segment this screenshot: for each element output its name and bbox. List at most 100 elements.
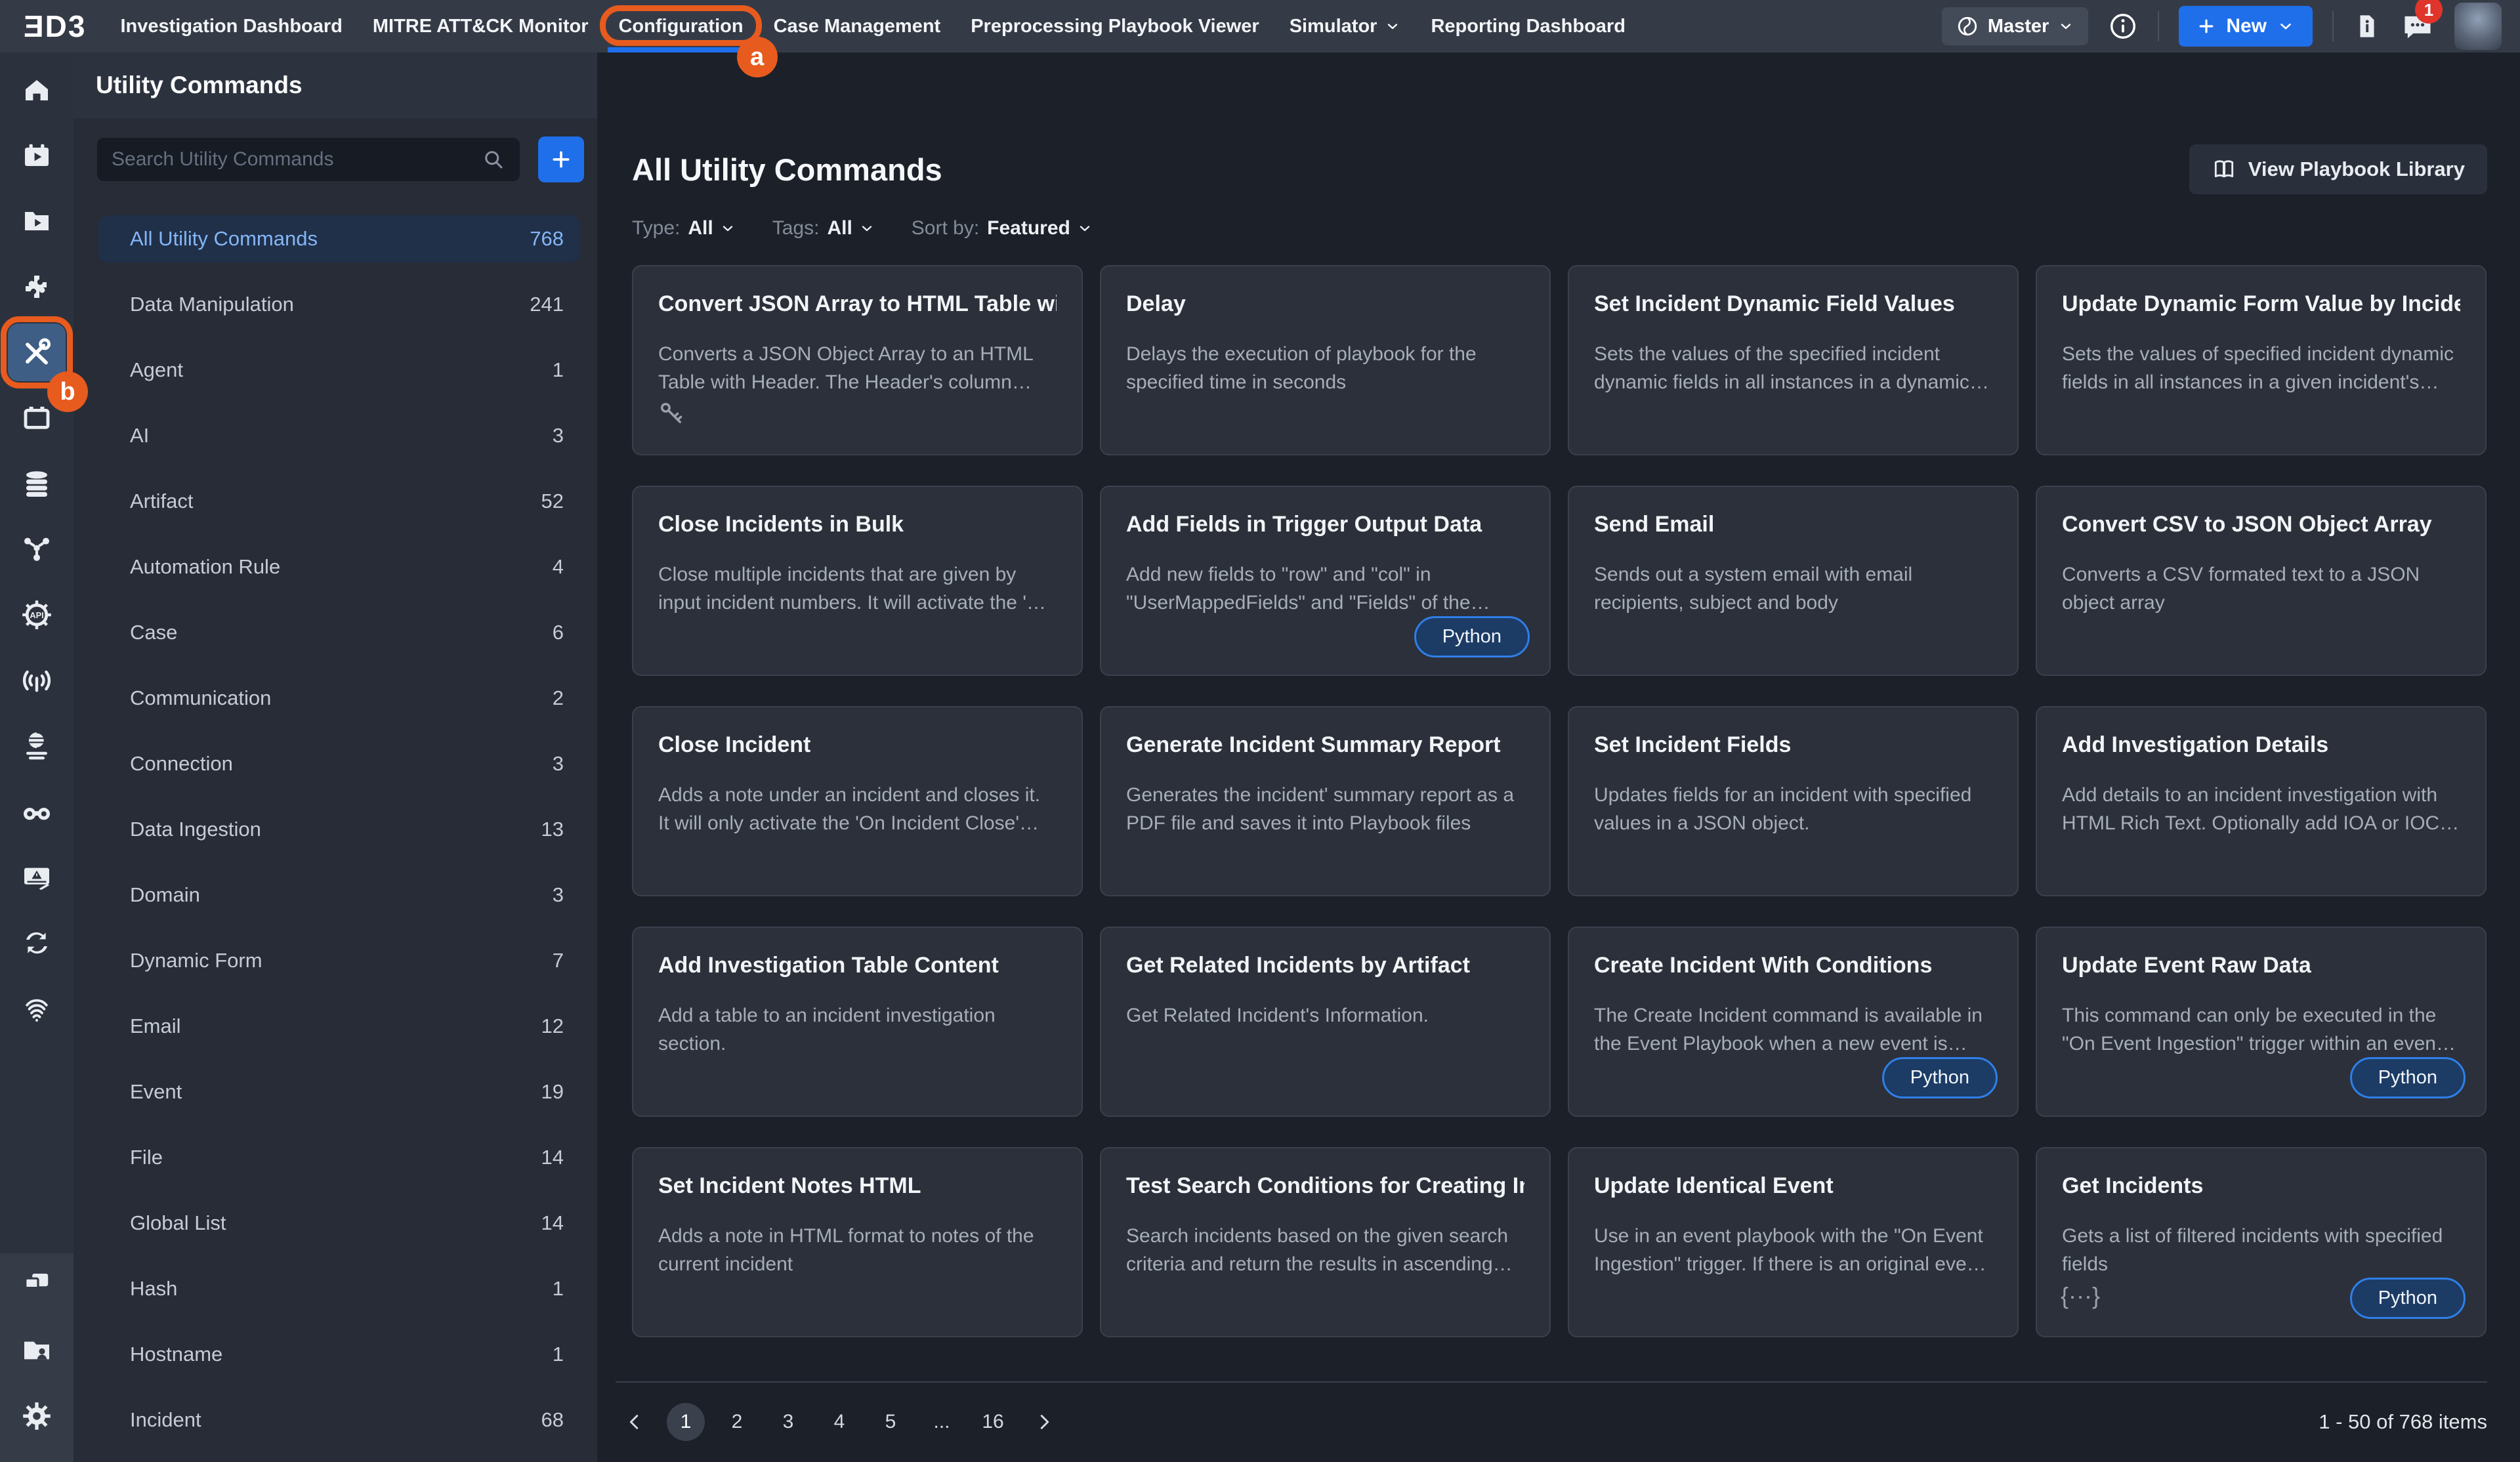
sort-filter[interactable]: Sort by: Featured bbox=[912, 217, 1093, 240]
category-email[interactable]: Email 12 bbox=[98, 1003, 579, 1050]
nav-item-reporting-dashboard[interactable]: Reporting Dashboard bbox=[1431, 0, 1625, 52]
nav-item-case-management[interactable]: Case Management bbox=[774, 0, 941, 52]
category-domain[interactable]: Domain 3 bbox=[98, 871, 579, 919]
category-case[interactable]: Case 6 bbox=[98, 609, 579, 656]
page-button-2[interactable]: 2 bbox=[718, 1403, 756, 1441]
calendar-play-icon[interactable] bbox=[21, 140, 52, 171]
nav-item-label: Simulator bbox=[1290, 16, 1377, 37]
category-communication[interactable]: Communication 2 bbox=[98, 675, 579, 722]
broadcast-icon[interactable] bbox=[21, 665, 52, 696]
info-icon[interactable] bbox=[2108, 11, 2138, 41]
command-card-create-incident-with-conditions[interactable]: Create Incident With Conditions The Crea… bbox=[1568, 927, 2019, 1117]
category-label: Incident bbox=[130, 1408, 201, 1432]
type-filter[interactable]: Type: All bbox=[632, 217, 736, 240]
page-button-1[interactable]: 1 bbox=[667, 1403, 705, 1441]
command-card-update-dynamic-form-value-by-incident[interactable]: Update Dynamic Form Value by Incident...… bbox=[2036, 265, 2487, 455]
folder-user-icon[interactable] bbox=[21, 1334, 52, 1366]
puzzle-icon[interactable] bbox=[21, 271, 52, 303]
sort-filter-value: Featured bbox=[987, 217, 1070, 240]
nav-item-simulator[interactable]: Simulator bbox=[1290, 0, 1401, 52]
category-data-ingestion[interactable]: Data Ingestion 13 bbox=[98, 806, 579, 853]
category-artifact[interactable]: Artifact 52 bbox=[98, 478, 579, 525]
database-icon[interactable] bbox=[21, 468, 52, 499]
fingerprint-icon[interactable] bbox=[21, 993, 52, 1024]
command-card-update-identical-event[interactable]: Update Identical Event Use in an event p… bbox=[1568, 1147, 2019, 1337]
category-all-utility-commands[interactable]: All Utility Commands 768 bbox=[98, 215, 579, 262]
page-button-3[interactable]: 3 bbox=[769, 1403, 807, 1441]
chevron-down-icon bbox=[1385, 18, 1400, 34]
rail-item-utility-commands[interactable] bbox=[8, 324, 66, 381]
plus-icon bbox=[2197, 17, 2216, 35]
nav-item-label: Reporting Dashboard bbox=[1431, 16, 1625, 37]
command-card-test-search-conditions-for-creating-inci[interactable]: Test Search Conditions for Creating Inci… bbox=[1100, 1147, 1551, 1337]
command-card-generate-incident-summary-report[interactable]: Generate Incident Summary Report Generat… bbox=[1100, 706, 1551, 896]
category-connection[interactable]: Connection 3 bbox=[98, 740, 579, 787]
category-data-manipulation[interactable]: Data Manipulation 241 bbox=[98, 281, 579, 328]
command-card-update-event-raw-data[interactable]: Update Event Raw Data This command can o… bbox=[2036, 927, 2487, 1117]
category-dynamic-form[interactable]: Dynamic Form 7 bbox=[98, 937, 579, 984]
command-card-get-related-incidents-by-artifact[interactable]: Get Related Incidents by Artifact Get Re… bbox=[1100, 927, 1551, 1117]
command-card-close-incident[interactable]: Close Incident Adds a note under an inci… bbox=[632, 706, 1083, 896]
page-button-5[interactable]: 5 bbox=[872, 1403, 910, 1441]
sidebar-title: Utility Commands bbox=[74, 52, 597, 118]
previous-page-button[interactable] bbox=[616, 1403, 654, 1441]
nav-item-mitre-att-ck-monitor[interactable]: MITRE ATT&CK Monitor bbox=[373, 0, 589, 52]
d3-logo[interactable]: ƎD3 bbox=[24, 9, 86, 44]
kanban-board-icon[interactable] bbox=[21, 402, 52, 434]
command-card-add-investigation-details[interactable]: Add Investigation Details Add details to… bbox=[2036, 706, 2487, 896]
next-page-button[interactable] bbox=[1025, 1403, 1063, 1441]
home-icon[interactable] bbox=[21, 74, 52, 106]
tags-filter[interactable]: Tags: All bbox=[772, 217, 875, 240]
document-icon[interactable] bbox=[2353, 12, 2381, 40]
category-event[interactable]: Event 19 bbox=[98, 1068, 579, 1116]
command-card-convert-csv-to-json-object-array[interactable]: Convert CSV to JSON Object Array Convert… bbox=[2036, 486, 2487, 676]
api-gear-icon[interactable]: API bbox=[21, 599, 52, 631]
command-card-close-incidents-in-bulk[interactable]: Close Incidents in Bulk Close multiple i… bbox=[632, 486, 1083, 676]
site-selector[interactable]: Master bbox=[1942, 7, 2089, 45]
python-badge: Python bbox=[2350, 1057, 2466, 1098]
category-count: 768 bbox=[530, 227, 564, 251]
category-hostname[interactable]: Hostname 1 bbox=[98, 1331, 579, 1378]
sync-arrows-icon[interactable] bbox=[21, 927, 52, 959]
command-card-set-incident-dynamic-field-values[interactable]: Set Incident Dynamic Field Values Sets t… bbox=[1568, 265, 2019, 455]
command-card-add-investigation-table-content[interactable]: Add Investigation Table Content Add a ta… bbox=[632, 927, 1083, 1117]
command-card-get-incidents[interactable]: Get Incidents Gets a list of filtered in… bbox=[2036, 1147, 2487, 1337]
user-avatar[interactable] bbox=[2454, 3, 2502, 50]
add-utility-command-button[interactable] bbox=[538, 136, 584, 182]
page-button-4[interactable]: 4 bbox=[820, 1403, 858, 1441]
new-button[interactable]: New bbox=[2179, 6, 2313, 47]
copy-windows-icon[interactable] bbox=[21, 1268, 52, 1300]
category-label: Data Manipulation bbox=[130, 293, 294, 316]
nav-item-investigation-dashboard[interactable]: Investigation Dashboard bbox=[120, 0, 342, 52]
command-title: Test Search Conditions for Creating Inci… bbox=[1126, 1173, 1524, 1199]
command-card-delay[interactable]: Delay Delays the execution of playbook f… bbox=[1100, 265, 1551, 455]
category-incident[interactable]: Incident 68 bbox=[98, 1396, 579, 1444]
command-description: Adds a note in HTML format to notes of t… bbox=[658, 1222, 1057, 1278]
command-description: Use in an event playbook with the "On Ev… bbox=[1594, 1222, 1992, 1278]
command-card-add-fields-in-trigger-output-data[interactable]: Add Fields in Trigger Output Data Add ne… bbox=[1100, 486, 1551, 676]
category-hash[interactable]: Hash 1 bbox=[98, 1265, 579, 1312]
view-playbook-library-button[interactable]: View Playbook Library bbox=[2189, 144, 2487, 194]
command-card-send-email[interactable]: Send Email Sends out a system email with… bbox=[1568, 486, 2019, 676]
globe-lines-icon[interactable] bbox=[21, 730, 52, 762]
incident-report-icon[interactable] bbox=[21, 862, 52, 893]
category-ai[interactable]: AI 3 bbox=[98, 412, 579, 459]
binoculars-icon[interactable] bbox=[21, 796, 52, 827]
network-share-icon[interactable] bbox=[21, 533, 52, 565]
category-agent[interactable]: Agent 1 bbox=[98, 346, 579, 394]
command-card-set-incident-fields[interactable]: Set Incident Fields Updates fields for a… bbox=[1568, 706, 2019, 896]
settings-gear-icon[interactable] bbox=[21, 1400, 52, 1432]
search-input[interactable] bbox=[112, 148, 482, 171]
page-ellipsis[interactable]: ... bbox=[923, 1403, 961, 1441]
nav-item-preprocessing-playbook-viewer[interactable]: Preprocessing Playbook Viewer bbox=[971, 0, 1259, 52]
page-button-16[interactable]: 16 bbox=[974, 1403, 1012, 1441]
category-global-list[interactable]: Global List 14 bbox=[98, 1200, 579, 1247]
notifications-button[interactable]: 1 bbox=[2401, 9, 2435, 43]
category-file[interactable]: File 14 bbox=[98, 1134, 579, 1181]
command-card-set-incident-notes-html[interactable]: Set Incident Notes HTML Adds a note in H… bbox=[632, 1147, 1083, 1337]
category-automation-rule[interactable]: Automation Rule 4 bbox=[98, 543, 579, 591]
chevron-down-icon bbox=[2058, 18, 2074, 34]
folder-play-icon[interactable] bbox=[21, 205, 52, 237]
command-card-convert-json-array-to-html-table-with[interactable]: Convert JSON Array to HTML Table with...… bbox=[632, 265, 1083, 455]
nav-item-configuration[interactable]: Configuration a bbox=[618, 0, 743, 52]
